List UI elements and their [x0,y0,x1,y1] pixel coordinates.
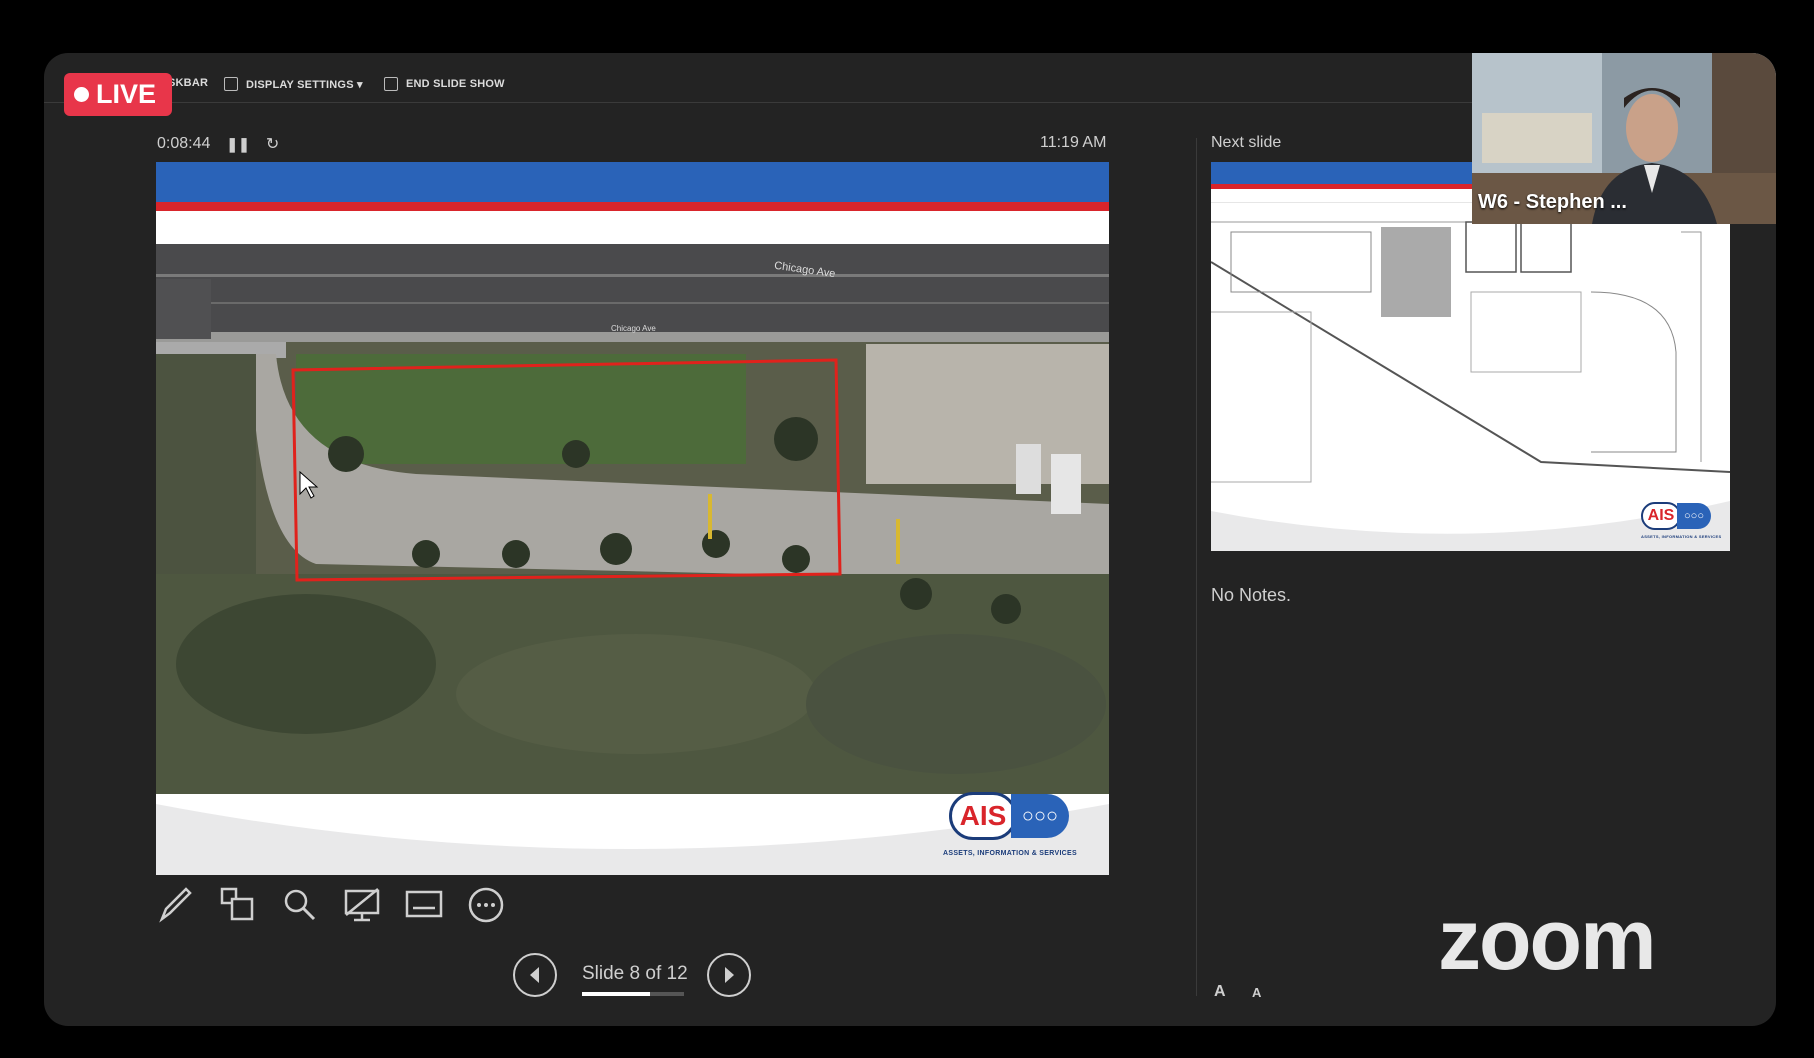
taskbar-label: SKBAR [168,77,209,89]
zoom-logo: zoom [1438,892,1657,988]
current-slide: Chicago Ave Chicago Ave AIS ○○○ ASSETS, … [156,162,1109,875]
subtitles-button[interactable] [404,885,444,925]
participant-name: W6 - Stephen ... [1478,191,1627,213]
next-slide-button[interactable] [707,953,751,997]
grid-slides-icon [220,887,254,921]
screen-off-icon [344,888,380,922]
speaker-notes: No Notes. [1211,585,1292,605]
previous-arrow-icon [530,967,539,983]
site-plan-drawing [1211,202,1730,502]
pause-icon[interactable]: ❚❚ [226,136,249,153]
presentation-timer: 0:08:44 ❚❚ ↻ [157,134,279,154]
end-show-label: END SLIDE SHOW [406,78,505,90]
next-ais-logo-text: AIS [1641,502,1681,530]
next-arrow-icon [725,967,734,983]
zoom-window: SKBAR DISPLAY SETTINGS ▾ END SLIDE SHOW … [44,53,1776,1026]
display-settings-label: DISPLAY SETTINGS ▾ [246,78,363,91]
live-dot-icon [74,87,89,102]
ais-logo-text: AIS [949,792,1017,840]
decrease-font-button[interactable]: A [1252,985,1261,1000]
panel-divider [1196,138,1197,996]
display-settings-button[interactable]: DISPLAY SETTINGS ▾ [224,77,363,91]
more-options-button[interactable] [466,885,506,925]
aerial-map-image: Chicago Ave Chicago Ave [156,244,1109,794]
increase-font-button[interactable]: A [1214,983,1226,1001]
participant-video-tile[interactable]: W6 - Stephen ... [1472,53,1776,224]
restart-icon[interactable]: ↻ [266,134,279,154]
display-settings-icon [224,77,238,91]
zoom-slide-button[interactable] [280,885,320,925]
slide-counter: Slide 8 of 12 [582,963,688,984]
ais-logo-subtitle: ASSETS, INFORMATION & SERVICES [943,850,1077,857]
next-slide-label: Next slide [1211,134,1282,151]
slide-header-stripe [156,202,1109,211]
live-badge: LIVE [64,73,172,116]
elapsed-time: 0:08:44 [157,135,211,152]
subtitles-icon [405,890,443,918]
next-ais-logo-subtitle: ASSETS, INFORMATION & SERVICES [1641,534,1722,539]
slide-header-bar [156,162,1109,202]
previous-slide-button[interactable] [513,953,557,997]
live-label: LIVE [96,79,157,109]
slide-progress-fill [582,992,651,996]
slide-footer: AIS ○○○ ASSETS, INFORMATION & SERVICES [156,792,1109,875]
magnifier-icon [284,889,316,921]
map-label-chicago-ave-2: Chicago Ave [611,324,656,333]
slide-progress-bar [582,992,684,996]
clock: 11:19 AM [1040,134,1107,151]
ais-rings-icon: ○○○ [1011,794,1069,838]
end-show-icon [384,77,398,91]
see-all-slides-button[interactable] [218,885,258,925]
pen-icon [159,887,192,923]
taskbar-button[interactable]: SKBAR [168,77,208,89]
black-screen-button[interactable] [342,885,382,925]
next-ais-logo: AIS ○○○ [1641,502,1711,530]
end-slide-show-button[interactable]: END SLIDE SHOW [384,77,505,91]
pen-tool-button[interactable] [156,885,196,925]
more-icon [468,887,504,923]
next-ais-rings-icon: ○○○ [1677,503,1711,529]
ais-logo: AIS ○○○ [949,792,1069,840]
